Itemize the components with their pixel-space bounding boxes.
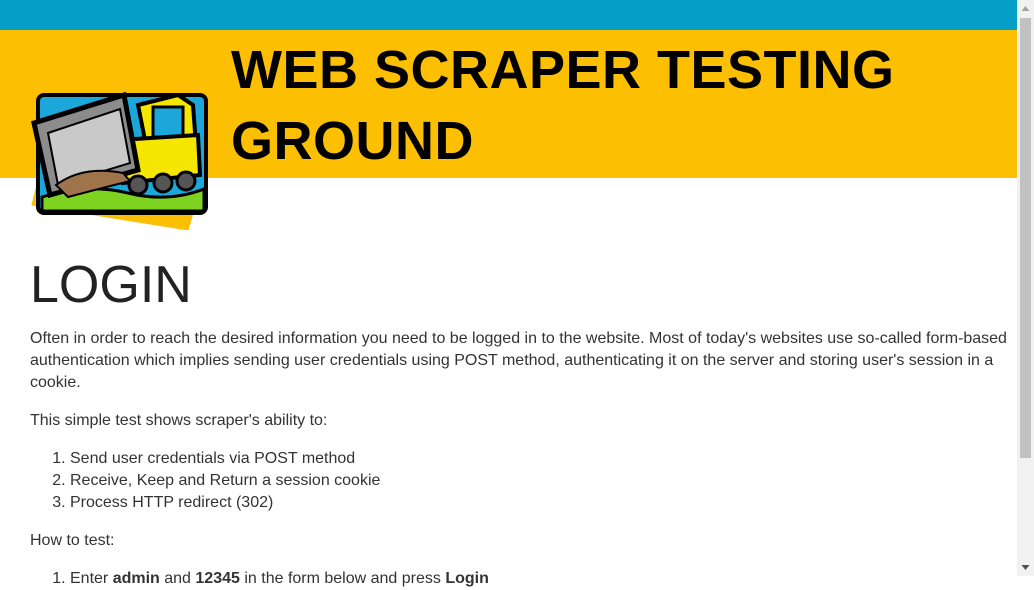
site-title-line1: WEB SCRAPER TESTING — [231, 40, 895, 100]
steps-list: Enter admin and 12345 in the form below … — [30, 568, 1010, 590]
list-item: Receive, Keep and Return a session cooki… — [70, 470, 1010, 492]
username-hint: admin — [112, 570, 160, 587]
scrollbar-thumb[interactable] — [1020, 18, 1031, 458]
site-title-line2: GROUND — [231, 111, 474, 171]
bulldozer-icon — [31, 91, 208, 230]
top-bar — [0, 0, 1017, 30]
scroll-up-arrow-icon[interactable] — [1017, 0, 1034, 17]
list-item: Process HTTP redirect (302) — [70, 492, 1010, 514]
scroll-down-arrow-icon[interactable] — [1017, 559, 1034, 576]
password-hint: 12345 — [195, 570, 240, 587]
page-title: LOGIN — [30, 256, 192, 314]
intro-paragraph: Often in order to reach the desired info… — [30, 330, 1007, 391]
step-text: and — [159, 570, 196, 587]
vertical-scrollbar[interactable] — [1017, 0, 1034, 576]
step-text: in the form below and press — [239, 570, 446, 587]
how-to-test-label: How to test: — [30, 532, 115, 549]
lead-paragraph: This simple test shows scraper's ability… — [30, 412, 328, 429]
site-title: WEB SCRAPER TESTING GROUND — [231, 35, 991, 177]
list-item: Send user credentials via POST method — [70, 448, 1010, 470]
abilities-list: Send user credentials via POST method Re… — [30, 448, 1010, 514]
step-text: Enter — [70, 570, 113, 587]
main-content: LOGIN Often in order to reach the desire… — [30, 250, 1010, 590]
list-item: Enter admin and 12345 in the form below … — [70, 568, 1010, 590]
login-hint: Login — [445, 570, 489, 587]
